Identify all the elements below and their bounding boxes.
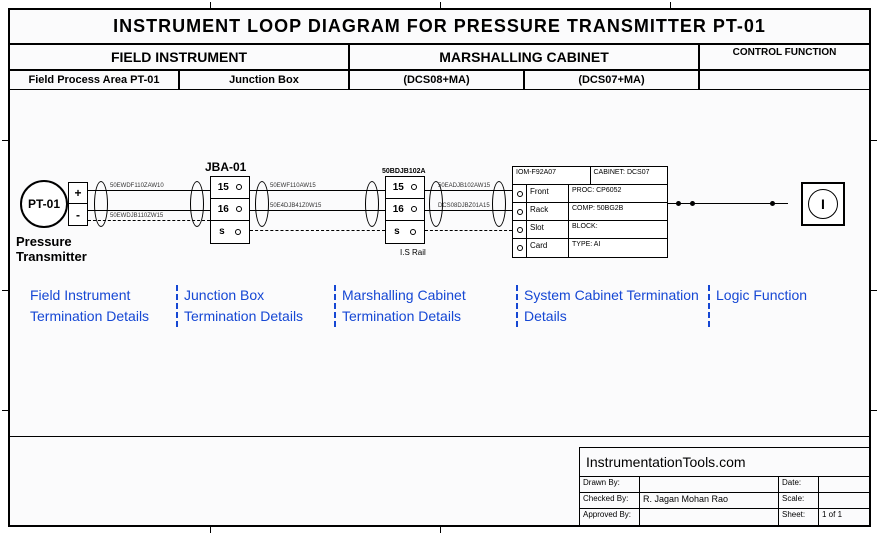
mb-terminal: s: [386, 221, 424, 243]
subheader-dcs08: (DCS08+MA): [350, 71, 525, 89]
ruler-tick: [2, 140, 10, 141]
sub-headers: Field Process Area PT-01 Junction Box (D…: [10, 71, 869, 90]
blue-label-field: Field Instrument Termination Details: [24, 285, 176, 327]
terminal-dot-icon: [236, 184, 242, 190]
jb-terminal: 15: [211, 177, 249, 199]
transmitter-terminals: + -: [68, 182, 88, 226]
cable-gland-icon: [255, 181, 269, 227]
terminal-dot-icon: [517, 227, 523, 233]
terminal-dot-icon: [517, 209, 523, 215]
ruler-tick: [2, 290, 10, 291]
terminal-dot-icon: [517, 191, 523, 197]
ruler-tick: [2, 410, 10, 411]
sys-row: CardTYPE: AI: [513, 239, 667, 257]
mb-terminal: 15: [386, 177, 424, 199]
ruler-tick: [869, 290, 877, 291]
transmitter-label: Pressure Transmitter: [16, 235, 87, 265]
terminal-dot-icon: [517, 245, 523, 251]
terminal-dot-icon: [235, 229, 241, 235]
marshalling-box-tag: 50BDJB102A: [382, 168, 426, 175]
mb-terminal: 16: [386, 199, 424, 221]
wire: [250, 210, 385, 211]
header-control: CONTROL FUNCTION: [700, 45, 869, 69]
subheader-dcs07: (DCS07+MA): [525, 71, 700, 89]
wire: [425, 190, 512, 191]
sys-row: FrontPROC: CP6052: [513, 185, 667, 203]
sys-iom: IOM-F92A07: [513, 167, 591, 184]
terminal-dot-icon: [236, 206, 242, 212]
wire-tag: 50EWDJB110ZW15: [110, 213, 163, 219]
header-field: FIELD INSTRUMENT: [10, 45, 350, 69]
termination-labels-row: Field Instrument Termination Details Jun…: [24, 285, 855, 327]
ruler-tick: [869, 140, 877, 141]
transmitter-symbol: PT-01: [20, 180, 68, 228]
junction-box: 15 16 s: [210, 176, 250, 244]
connection-dot-icon: [676, 201, 681, 206]
title-block: InstrumentationTools.com Drawn By: Date:…: [579, 447, 869, 525]
diagram-title: INSTRUMENT LOOP DIAGRAM FOR PRESSURE TRA…: [10, 10, 869, 45]
loop-diagram-canvas: PT-01 + - Pressure Transmitter 50EWDF110…: [10, 90, 869, 350]
blue-label-system: System Cabinet Termination Details: [518, 285, 708, 327]
wire-tag: 50EWF110AW15: [270, 183, 316, 189]
shield-wire: [88, 220, 210, 221]
header-marshalling: MARSHALLING CABINET: [350, 45, 700, 69]
drawing-frame: INSTRUMENT LOOP DIAGRAM FOR PRESSURE TRA…: [8, 8, 871, 527]
terminal-dot-icon: [411, 206, 417, 212]
rail-label: I.S Rail: [400, 248, 426, 257]
title-block-site: InstrumentationTools.com: [580, 448, 869, 477]
sys-row: SlotBLOCK:: [513, 221, 667, 239]
connection-dot-icon: [770, 201, 775, 206]
blue-label-marshalling: Marshalling Cabinet Termination Details: [336, 285, 516, 327]
sys-cabinet: CABINET: DCS07: [591, 167, 668, 184]
ruler-tick: [440, 2, 441, 10]
wire: [425, 210, 512, 211]
section-headers: FIELD INSTRUMENT MARSHALLING CABINET CON…: [10, 45, 869, 71]
terminal-dot-icon: [410, 229, 416, 235]
title-block-row: Approved By: Sheet: 1 of 1: [580, 509, 869, 525]
wire-tag: 50E4DJB41Z0W15: [270, 203, 321, 209]
wire: [88, 210, 210, 211]
blue-label-jb: Junction Box Termination Details: [178, 285, 334, 327]
wire-tag: DCS08DJBZ01A15: [438, 203, 490, 209]
terminal-negative: -: [69, 204, 87, 225]
ruler-tick: [440, 525, 441, 533]
sys-header-row: IOM-F92A07 CABINET: DCS07: [513, 167, 667, 185]
terminal-positive: +: [69, 183, 87, 204]
sys-row: RackCOMP: 50BG2B: [513, 203, 667, 221]
jb-terminal: 16: [211, 199, 249, 221]
logic-function-symbol: I: [801, 182, 845, 226]
cable-gland-icon: [492, 181, 506, 227]
ruler-tick: [869, 410, 877, 411]
terminal-dot-icon: [411, 184, 417, 190]
connection-dot-icon: [690, 201, 695, 206]
border-line: [10, 436, 869, 438]
wire: [88, 190, 210, 191]
jb-terminal: s: [211, 221, 249, 243]
ruler-tick: [210, 525, 211, 533]
subheader-blank: [700, 71, 869, 89]
ruler-tick: [210, 2, 211, 10]
cable-gland-icon: [365, 181, 379, 227]
system-cabinet-box: IOM-F92A07 CABINET: DCS07 FrontPROC: CP6…: [512, 166, 668, 258]
junction-box-tag: JBA-01: [205, 160, 246, 174]
title-block-row: Drawn By: Date:: [580, 477, 869, 493]
wire-tag: 50EWDF110ZAW10: [110, 183, 164, 189]
wire-tag: 50EADJB102AW15: [438, 183, 490, 189]
shield-wire: [425, 230, 512, 231]
subheader-junction-box: Junction Box: [180, 71, 350, 89]
subheader-process-area: Field Process Area PT-01: [10, 71, 180, 89]
marshalling-box: 15 16 s: [385, 176, 425, 244]
wire: [250, 190, 385, 191]
title-block-row: Checked By: R. Jagan Mohan Rao Scale:: [580, 493, 869, 509]
shield-wire: [250, 230, 385, 231]
ruler-tick: [670, 2, 671, 10]
blue-label-logic: Logic Function: [710, 285, 855, 327]
